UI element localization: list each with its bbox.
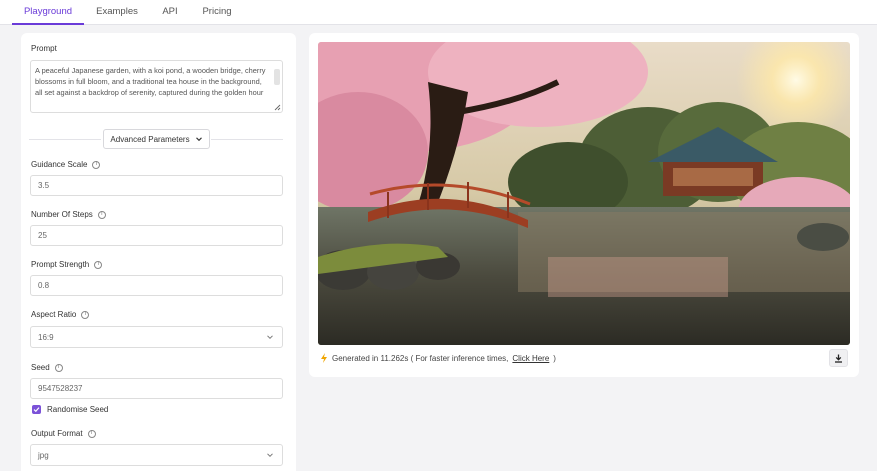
- advanced-parameters-button[interactable]: Advanced Parameters: [103, 129, 210, 149]
- check-icon: [33, 407, 40, 413]
- info-icon[interactable]: i: [87, 429, 96, 438]
- randomise-seed-checkbox[interactable]: Randomise Seed: [32, 405, 108, 414]
- number-of-steps-label: Number Of Steps i: [31, 210, 106, 219]
- result-panel: Generated in 11.262s ( For faster infere…: [309, 33, 859, 377]
- tab-examples[interactable]: Examples: [90, 0, 144, 25]
- advanced-parameters-label: Advanced Parameters: [110, 134, 190, 144]
- divider-left: [29, 139, 101, 140]
- generated-image: [318, 42, 850, 345]
- number-of-steps-input[interactable]: 25: [30, 225, 283, 246]
- download-icon: [835, 354, 842, 363]
- generation-info: Generated in 11.262s ( For faster infere…: [320, 353, 556, 363]
- info-icon[interactable]: i: [94, 260, 103, 269]
- seed-input[interactable]: 9547528237: [30, 378, 283, 399]
- aspect-ratio-select[interactable]: 16:9: [30, 326, 283, 348]
- resize-handle-icon[interactable]: [274, 104, 281, 111]
- generation-suffix: ): [553, 353, 556, 363]
- info-icon[interactable]: i: [54, 363, 63, 372]
- chevron-down-icon: [267, 453, 273, 458]
- prompt-label: Prompt: [31, 44, 57, 53]
- tab-playground[interactable]: Playground: [12, 0, 84, 25]
- checkbox-box[interactable]: [32, 405, 41, 414]
- prompt-textarea[interactable]: A peaceful Japanese garden, with a koi p…: [30, 60, 283, 113]
- output-format-select[interactable]: jpg: [30, 444, 283, 466]
- info-icon[interactable]: i: [97, 210, 106, 219]
- chevron-down-icon: [267, 335, 273, 340]
- bolt-icon: [321, 353, 327, 363]
- seed-label: Seed i: [31, 363, 63, 372]
- info-icon[interactable]: i: [92, 160, 101, 169]
- divider-right: [211, 139, 283, 140]
- click-here-link[interactable]: Click Here: [512, 354, 549, 363]
- aspect-ratio-label: Aspect Ratio i: [31, 310, 90, 319]
- randomise-seed-label: Randomise Seed: [47, 405, 109, 414]
- chevron-down-icon: [195, 137, 202, 142]
- output-format-label: Output Format i: [31, 429, 96, 438]
- parameters-panel: Prompt A peaceful Japanese garden, with …: [21, 33, 296, 471]
- prompt-strength-label: Prompt Strength i: [31, 260, 103, 269]
- info-icon[interactable]: i: [81, 310, 90, 319]
- generation-time-text: Generated in 11.262s ( For faster infere…: [332, 353, 509, 363]
- download-button[interactable]: [829, 349, 848, 367]
- prompt-strength-input[interactable]: 0.8: [30, 275, 283, 296]
- guidance-scale-label: Guidance Scale i: [31, 160, 101, 169]
- tab-api[interactable]: API: [155, 0, 185, 25]
- guidance-scale-input[interactable]: 3.5: [30, 175, 283, 196]
- prompt-scrollbar[interactable]: [274, 69, 280, 85]
- tab-pricing[interactable]: Pricing: [197, 0, 237, 25]
- prompt-text: A peaceful Japanese garden, with a koi p…: [35, 66, 266, 97]
- top-tabs: Playground Examples API Pricing: [0, 0, 877, 25]
